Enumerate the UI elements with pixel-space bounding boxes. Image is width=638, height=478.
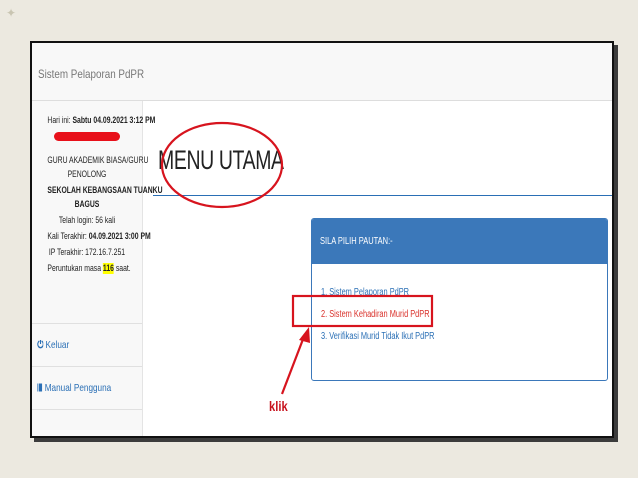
date-line: Hari ini: Sabtu 04.09.2021 3:12 PM <box>47 115 155 126</box>
timeout-prefix: Peruntukan masa <box>47 263 102 274</box>
logout-icon <box>37 340 44 349</box>
book-icon <box>37 383 43 392</box>
sidebar-item-keluar[interactable]: Keluar <box>32 324 142 367</box>
main-content: MENU UTAMA SILA PILIH PAUTAN:- 1. Sistem… <box>143 101 612 436</box>
role-line-2: PENOLONG <box>67 169 107 180</box>
sidebar-item-manual-pengguna[interactable]: Manual Pengguna <box>32 367 142 410</box>
timeout-suffix: saat. <box>115 263 131 274</box>
school-line-1: SEKOLAH KEBANGSAAN TUANKU <box>47 185 163 196</box>
role-line-1: GURU AKADEMIK BIASA/GURU <box>47 155 149 166</box>
timeout-value-badge: 116 <box>102 263 114 274</box>
school-line-2: BAGUS <box>74 199 100 210</box>
title-divider <box>153 195 612 196</box>
link-verifikasi-murid[interactable]: 3. Verifikasi Murid Tidak Ikut PdPR <box>321 331 435 342</box>
brand-title[interactable]: Sistem Pelaporan PdPR <box>38 67 144 81</box>
user-info-panel: Hari ini: Sabtu 04.09.2021 3:12 PM GURU … <box>32 101 163 324</box>
sidebar-item-label: Manual Pengguna <box>44 382 112 394</box>
session-timeout: Peruntukan masa 116 saat. <box>47 263 131 274</box>
sidebar: Hari ini: Sabtu 04.09.2021 3:12 PM GURU … <box>32 101 163 436</box>
sidebar-item-manual-content: Manual Pengguna <box>37 382 111 394</box>
link-sistem-kehadiran-murid[interactable]: 2. Sistem Kehadiran Murid PdPR <box>321 309 430 320</box>
last-login-line: Kali Terakhir: 04.09.2021 3:00 PM <box>47 231 150 242</box>
sidebar-item-keluar-content: Keluar <box>37 339 69 351</box>
slide-corner-ornament: ✦ <box>6 6 17 20</box>
klik-annotation-label: klik <box>269 398 288 414</box>
link-sistem-pelaporan[interactable]: 1. Sistem Pelaporan PdPR <box>321 287 409 298</box>
top-navbar: Sistem Pelaporan PdPR <box>32 43 612 101</box>
page-title: MENU UTAMA <box>158 145 284 175</box>
last-login-value: 04.09.2021 3:00 PM <box>88 231 151 242</box>
sidebar-item-label: Keluar <box>45 339 70 351</box>
last-login-label: Kali Terakhir: <box>47 231 87 242</box>
links-panel: SILA PILIH PAUTAN:- 1. Sistem Pelaporan … <box>311 218 608 381</box>
redacted-name-bar <box>54 132 120 141</box>
date-label: Hari ini: <box>47 115 71 126</box>
login-count: Telah login: 56 kali <box>58 215 116 226</box>
browser-screenshot-frame: Sistem Pelaporan PdPR Hari ini: Sabtu 04… <box>30 41 614 438</box>
panel-header: SILA PILIH PAUTAN:- <box>312 219 607 264</box>
last-ip: IP Terakhir: 172.16.7.251 <box>48 247 126 258</box>
panel-heading: SILA PILIH PAUTAN:- <box>320 236 393 247</box>
